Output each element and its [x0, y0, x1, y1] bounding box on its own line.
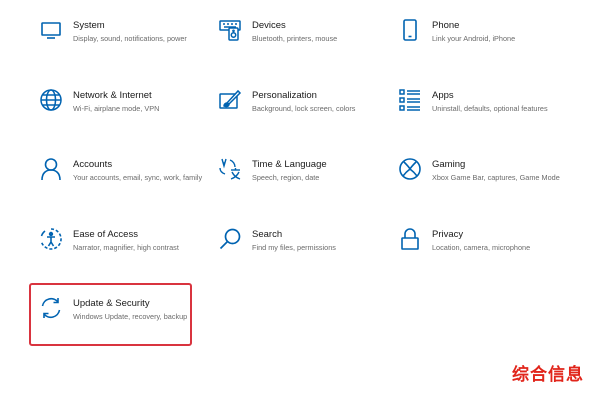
- xbox-icon: [398, 157, 422, 181]
- tile-description: Display, sound, notifications, power: [73, 34, 187, 43]
- tile-description: Windows Update, recovery, backup: [73, 312, 188, 321]
- tile-title: Apps: [432, 90, 454, 101]
- apps-list-icon: [398, 88, 422, 112]
- tile-title: Accounts: [73, 159, 113, 170]
- tile-title: Gaming: [432, 159, 466, 170]
- ease-of-access-icon: [39, 227, 63, 251]
- person-icon: [39, 157, 63, 181]
- paint-brush-icon: [218, 88, 242, 112]
- tile-title: Network & Internet: [73, 90, 152, 101]
- tile-description: Background, lock screen, colors: [252, 104, 356, 113]
- tile-title: Phone: [432, 20, 460, 31]
- tile-title: Update & Security: [73, 298, 150, 309]
- tile-title: System: [73, 20, 105, 31]
- tile-description: Uninstall, defaults, optional features: [432, 104, 548, 113]
- tile-description: Your accounts, email, sync, work, family: [73, 173, 203, 182]
- tile-title: Privacy: [432, 229, 464, 240]
- tile-description: Location, camera, microphone: [432, 243, 531, 252]
- time-language-icon: [218, 157, 242, 181]
- tile-description: Xbox Game Bar, captures, Game Mode: [432, 173, 560, 182]
- tile-title: Personalization: [252, 90, 317, 101]
- tile-description: Speech, region, date: [252, 173, 320, 182]
- tile-description: Find my files, permissions: [252, 243, 336, 252]
- watermark-text: 综合信息: [512, 365, 584, 385]
- tile-title: Devices: [252, 20, 286, 31]
- search-icon: [218, 227, 242, 251]
- tile-title: Search: [252, 229, 283, 240]
- monitor-icon: [39, 18, 63, 42]
- keyboard-speaker-icon: [218, 18, 242, 42]
- tile-description: Link your Android, iPhone: [432, 34, 516, 43]
- lock-icon: [398, 227, 422, 251]
- phone-icon: [398, 18, 422, 42]
- tile-title: Ease of Access: [73, 229, 138, 240]
- tile-description: Bluetooth, printers, mouse: [252, 34, 338, 43]
- tile-description: Wi-Fi, airplane mode, VPN: [73, 104, 160, 113]
- globe-icon: [39, 88, 63, 112]
- tile-title: Time & Language: [252, 159, 327, 170]
- tile-description: Narrator, magnifier, high contrast: [73, 243, 179, 252]
- sync-icon: [39, 296, 63, 320]
